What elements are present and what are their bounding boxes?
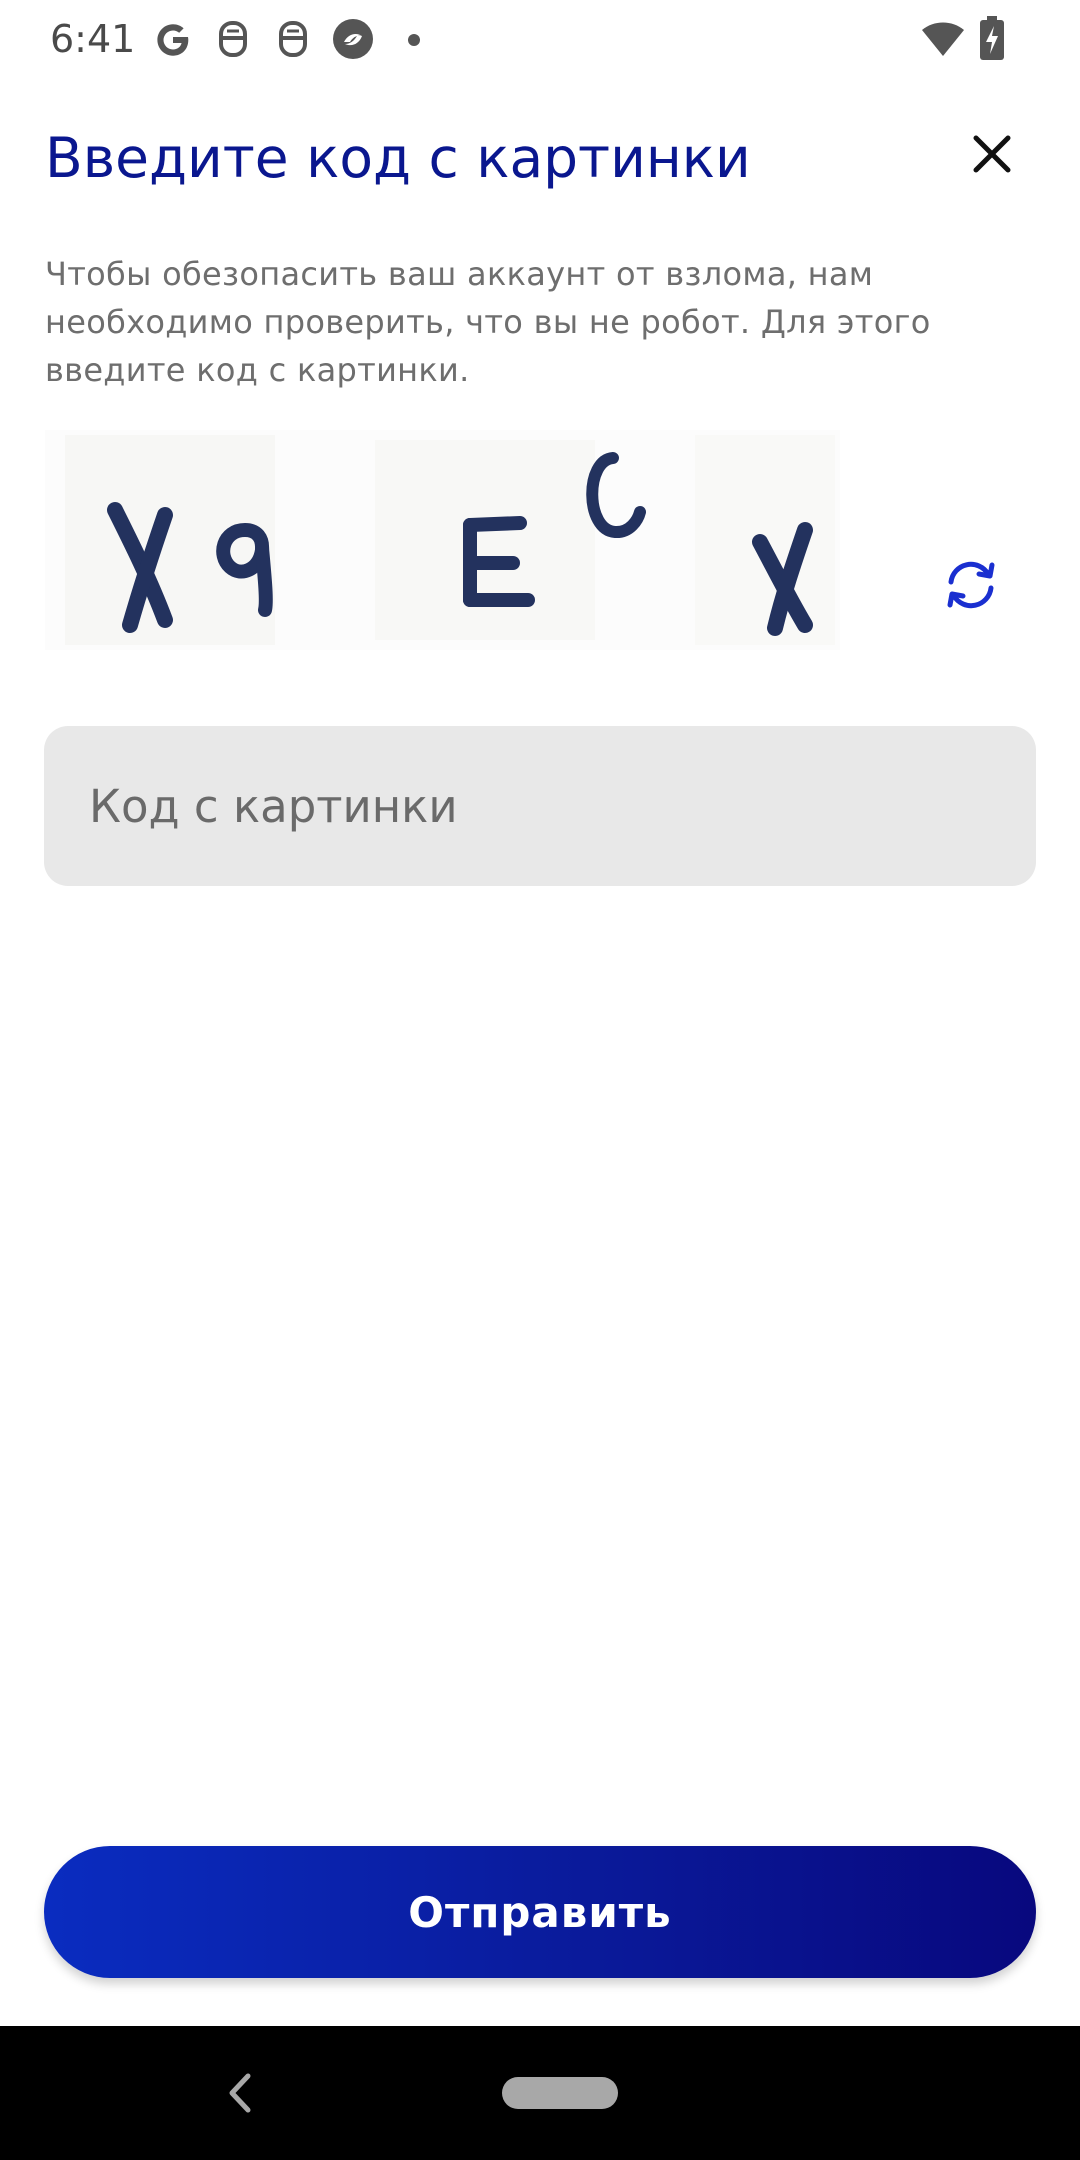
status-time: 6:41 [50, 17, 136, 61]
app-icon [333, 19, 373, 59]
battery-charging-icon [980, 16, 1004, 60]
page-title: Введите код с картинки [45, 126, 751, 190]
dot-icon [408, 34, 420, 46]
status-bar: 6:41 [0, 0, 1080, 80]
captcha-image [45, 430, 840, 650]
refresh-icon [947, 561, 995, 609]
notification-icon [279, 21, 307, 57]
back-icon[interactable] [218, 2066, 262, 2120]
close-button[interactable] [964, 126, 1020, 182]
wifi-icon [922, 22, 964, 56]
notification-icon [219, 21, 247, 57]
description-text: Чтобы обезопасить ваш аккаунт от взлома,… [45, 255, 931, 389]
captcha-code-input[interactable] [44, 726, 1036, 886]
submit-button[interactable]: Отправить [44, 1846, 1036, 1978]
close-icon [973, 135, 1011, 173]
refresh-captcha-button[interactable] [938, 552, 1004, 618]
google-icon [157, 24, 189, 56]
home-pill-icon[interactable] [502, 2077, 618, 2109]
navigation-bar [0, 2026, 1080, 2160]
